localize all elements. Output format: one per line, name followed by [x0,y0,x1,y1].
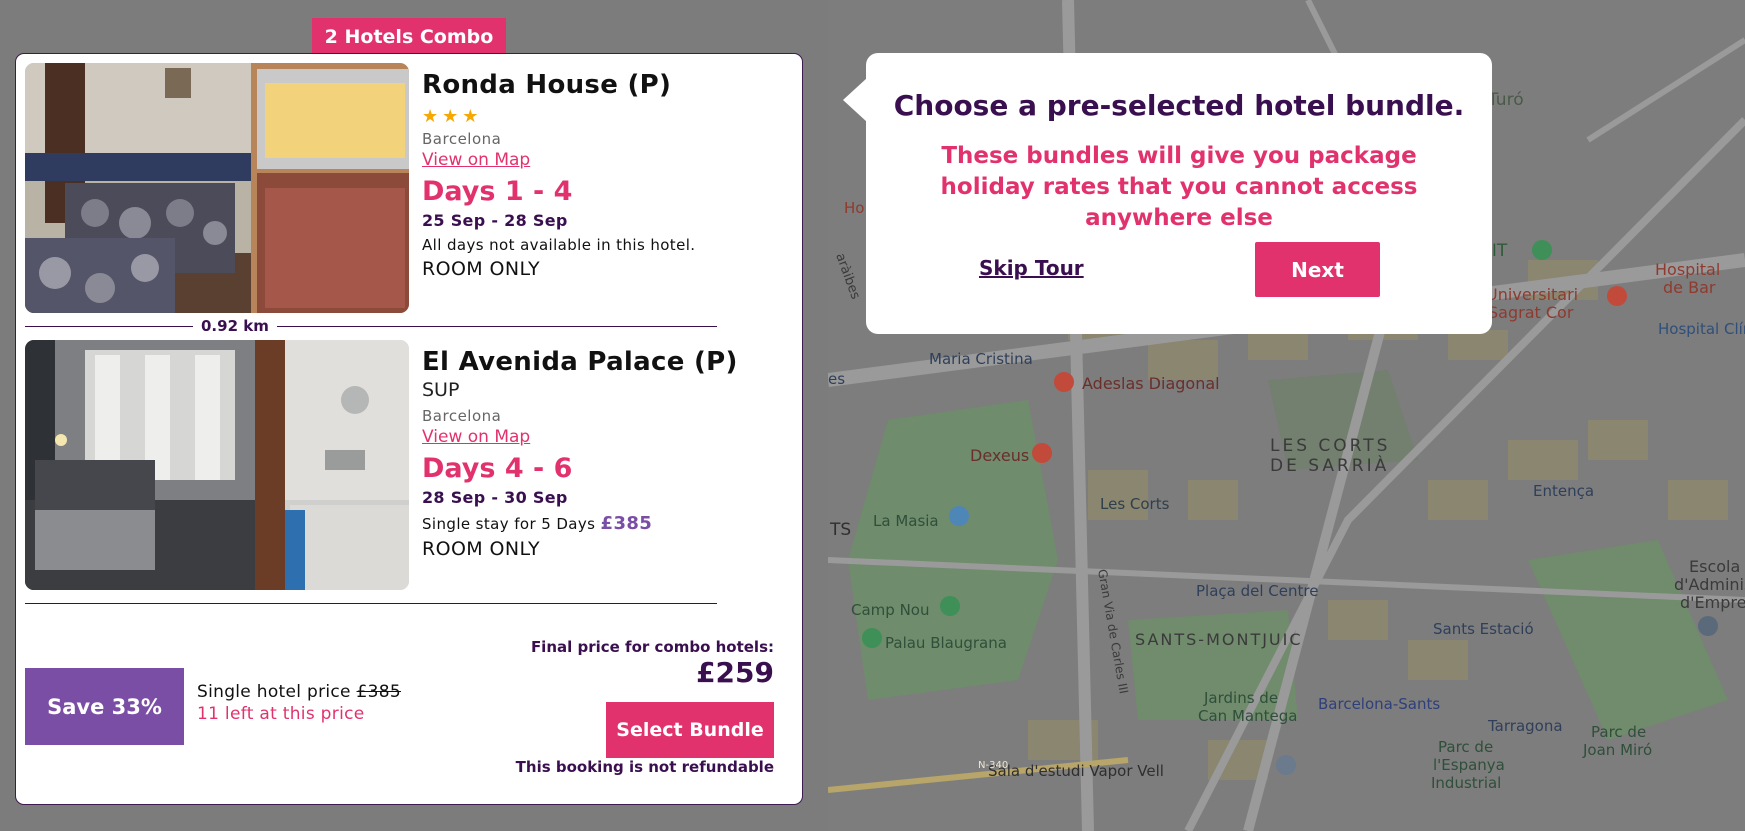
view-on-map-link[interactable]: View on Map [422,150,530,170]
availability-note: All days not available in this hotel. [422,236,802,254]
stay-price: £385 [600,513,653,534]
map-label-sants-montjuic: SANTS-MONTJUIC [1135,630,1303,649]
map-label-hospital-clin: Hospital Clín [1658,320,1745,338]
single-price-label: Single hotel price [197,682,351,702]
bundle-panel: 2 Hotels Combo Ronda House (P) ★★★ Barce… [0,0,828,831]
map-label-jardins: Jardins de [1203,689,1278,707]
map-label-can-mantega: Can Mantega [1198,707,1297,725]
hotel-city: Barcelona [422,130,502,148]
hotel-grade: SUP [422,379,460,401]
availability-count: 11 left at this price [197,704,365,724]
map-label-palau-blaugrana: Palau Blaugrana [885,634,1007,652]
hotel-photo-ronda-house[interactable] [25,63,409,313]
hotel-city: Barcelona [422,407,502,425]
save-badge: Save 33% [25,668,184,745]
view-on-map-link[interactable]: View on Map [422,427,530,447]
single-price-value: £385 [356,682,401,702]
tour-subtitle: These bundles will give you package holi… [940,143,1418,231]
single-hotel-price: Single hotel price £385 [197,682,401,702]
map-label-barcelona-sants: Barcelona-Sants [1318,695,1440,713]
map-label-sala-vapor: Sala d'estudi Vapor Vell [988,762,1164,780]
distance-divider [25,326,717,327]
map-label-escola-empreses: d'Empresé [1680,593,1745,612]
hotel-name: Ronda House (P) [422,70,672,100]
stay-note-text: Single stay for 5 Days [422,515,596,533]
map-label-sagrat-cor: Sagrat Cor [1488,303,1574,322]
map-label-parc-espanya: Parc de [1438,738,1493,756]
map-label-n340: N-340 [978,760,1008,771]
map-label-escola-admin: d'Administra [1674,575,1745,594]
board-type: ROOM ONLY [422,258,540,280]
next-button[interactable]: Next [1255,242,1380,297]
map-label-la-masia: La Masia [873,512,939,530]
map-label-edge-ts: TS [829,520,851,540]
map-label-maria-cristina: Maria Cristina [929,350,1033,368]
final-price-label: Final price for combo hotels: [530,638,774,656]
stay-days: Days 1 - 4 [422,176,573,207]
map-label-camp-nou: Camp Nou [851,601,929,619]
star-rating-icon: ★★★ [422,106,483,127]
stay-days: Days 4 - 6 [422,453,573,484]
map-label-les-corts-district: LES CORTS [1270,436,1390,456]
map-label-tarragona: Tarragona [1487,717,1563,735]
map-label-sants-estacio: Sants Estació [1433,620,1534,638]
map-label-escola: Escola [1689,557,1740,576]
availability-note-text: All days not available in this hotel. [422,236,696,254]
tour-popup: Choose a pre-selected hotel bundle. Thes… [866,53,1492,334]
hotel-photo-el-avenida-palace[interactable] [25,340,409,590]
hotel-info-1: Ronda House (P) ★★★ Barcelona View on Ma… [422,70,802,280]
hotel-name: El Avenida Palace (P) [422,347,738,377]
stay-dates: 28 Sep - 30 Sep [422,488,568,507]
select-bundle-button[interactable]: Select Bundle [606,702,774,758]
bundle-card: Ronda House (P) ★★★ Barcelona View on Ma… [15,53,803,805]
final-price: £259 [696,656,774,689]
map-label-placa-centre: Plaça del Centre [1196,582,1318,600]
distance-label: 0.92 km [193,317,277,335]
hotel-info-2: El Avenida Palace (P) SUP Barcelona View… [422,347,802,560]
map-label-industrial: Industrial [1431,774,1501,792]
board-type: ROOM ONLY [422,538,540,560]
map-label-entenca: Entença [1533,482,1594,500]
map-label-les-corts: Les Corts [1100,495,1170,513]
map-label-espanya: l'Espanya [1433,756,1505,774]
map-label-de-sarria: DE SARRIÀ [1270,454,1389,476]
skip-tour-link[interactable]: Skip Tour [979,256,1084,280]
map-label-turo: Turó [1487,90,1524,110]
map-label-hospital: Hospital [1655,260,1720,279]
stay-note: Single stay for 5 Days £385 [422,513,802,534]
map-label-edge-ho: Ho [844,199,864,217]
map-label-joan-miro: Joan Miró [1582,741,1652,759]
map-label-adeslas: Adeslas Diagonal [1082,374,1220,393]
section-divider [25,603,717,604]
combo-tag: 2 Hotels Combo [312,18,506,55]
stay-dates: 25 Sep - 28 Sep [422,211,568,230]
tour-title: Choose a pre-selected hotel bundle. [893,89,1465,122]
map-label-dexeus: Dexeus [970,446,1029,465]
map-label-parc-miro: Parc de [1591,723,1646,741]
tour-popup-arrow [843,78,867,122]
map-label-edge-es: es [828,370,845,388]
map-label-hospital-bar: de Bar [1663,278,1716,297]
refund-note: This booking is not refundable [515,758,774,776]
